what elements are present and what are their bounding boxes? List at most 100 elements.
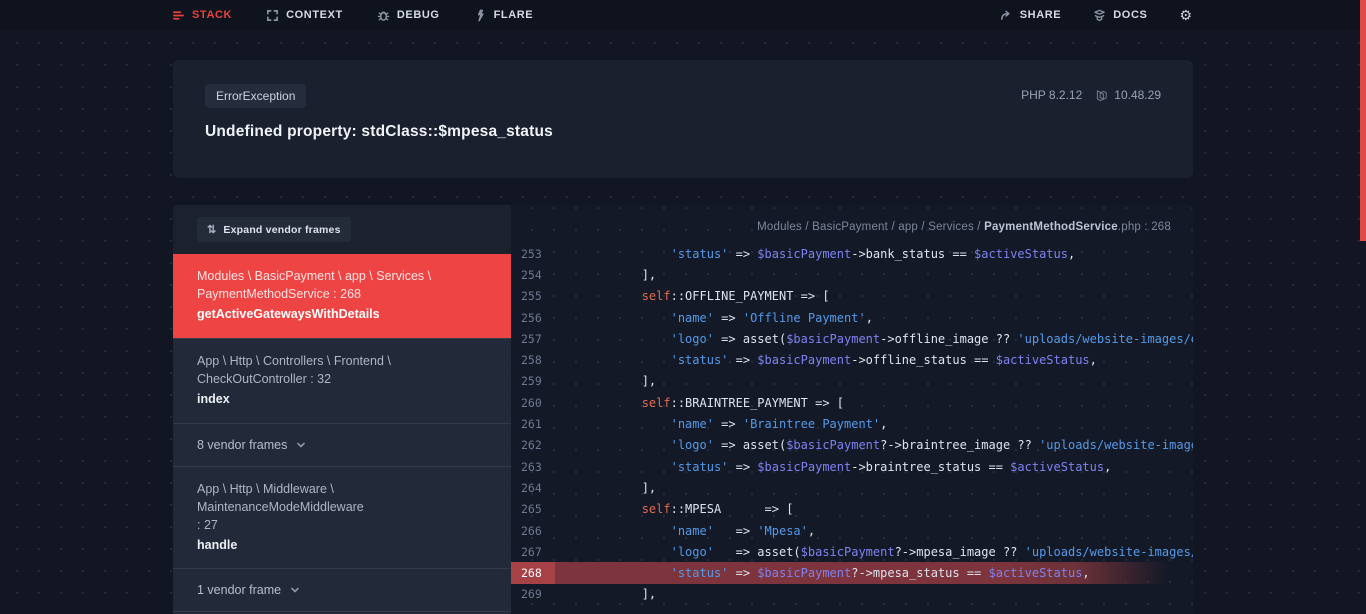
stack-icon [172,9,185,22]
code-line: 260 self::BRAINTREE_PAYMENT => [ [511,392,1193,413]
laravel-version: 10.48.29 [1096,88,1161,102]
code-text: 'status' => $basicPayment->braintree_sta… [555,456,1193,477]
stack-frame[interactable]: App \ Http \ Middleware \ MaintenanceMod… [173,466,511,569]
exception-class-badge[interactable]: ErrorException [205,84,306,108]
stack-frame[interactable]: App \ Http \ Controllers \ Frontend \ Ch… [173,338,511,423]
nav-actions: SHARE DOCS ⚙ [1000,8,1192,22]
code-line: 256 'name' => 'Offline Payment', [511,307,1193,328]
line-number: 267 [511,541,555,562]
code-text: self::MPESA => [ [555,499,1193,520]
code-text: 'logo' => asset($basicPayment?->braintre… [555,435,1193,456]
line-number: 254 [511,264,555,285]
tab-debug[interactable]: DEBUG [377,9,440,22]
code-line: 255 self::OFFLINE_PAYMENT => [ [511,286,1193,307]
code-text: 'status' => $basicPayment?->mpesa_status… [555,562,1193,583]
code-text: 'status' => $basicPayment->bank_status =… [555,243,1193,264]
docs-icon [1093,9,1106,22]
nav-tabs: STACK CONTEXT DEBUG [172,9,533,22]
docs-label: DOCS [1113,9,1147,21]
stack-frames-sidebar: ⇅ Expand vendor frames Modules \ BasicPa… [173,205,511,614]
docs-button[interactable]: DOCS [1093,9,1147,22]
gear-icon[interactable]: ⚙ [1179,8,1192,22]
context-icon [266,9,279,22]
php-version: PHP 8.2.12 [1021,88,1082,102]
code-line: 259 ], [511,371,1193,392]
environment-info: PHP 8.2.12 10.48.29 [1021,88,1161,102]
line-number: 268 [511,562,555,583]
chevron-down-icon [290,585,300,595]
share-label: SHARE [1020,9,1062,21]
line-number: 269 [511,584,555,605]
tab-flare-label: FLARE [494,9,534,21]
code-line: 253 'status' => $basicPayment->bank_stat… [511,243,1193,264]
sidebar-header: ⇅ Expand vendor frames [173,205,511,254]
expand-vendor-frames-button[interactable]: ⇅ Expand vendor frames [197,217,351,242]
line-number: 262 [511,435,555,456]
frames-list: Modules \ BasicPayment \ app \ Services … [173,254,511,614]
debug-icon [377,9,390,22]
line-number: 266 [511,520,555,541]
laravel-icon [1096,89,1109,102]
code-text: 'status' => $basicPayment->offline_statu… [555,349,1193,370]
error-message: Undefined property: stdClass::$mpesa_sta… [205,123,1161,141]
stack-trace-card: ⇅ Expand vendor frames Modules \ BasicPa… [173,205,1193,614]
vendor-frames-group[interactable]: 1 vendor frame [173,568,511,611]
code-line: 269 ], [511,584,1193,605]
line-number: 257 [511,328,555,349]
vendor-frames-label: 8 vendor frames [197,438,287,452]
expand-collapse-icon: ⇅ [207,223,216,236]
frame-method: handle [197,537,487,555]
frame-path: App \ Http \ Middleware \ MaintenanceMod… [197,480,487,534]
tab-stack-label: STACK [192,9,232,21]
code-text: 'name' => 'Offline Payment', [555,307,1193,328]
line-number: 256 [511,307,555,328]
code-text: ], [555,477,1193,498]
line-number: 263 [511,456,555,477]
code-text: ], [555,371,1193,392]
tab-context[interactable]: CONTEXT [266,9,343,22]
code-snippet: 253 'status' => $basicPayment->bank_stat… [511,243,1193,605]
flare-icon [474,9,487,22]
frame-path: Modules \ BasicPayment \ app \ Services … [197,267,487,303]
code-line: 258 'status' => $basicPayment->offline_s… [511,349,1193,370]
top-navigation: STACK CONTEXT DEBUG [0,0,1366,30]
code-line-highlighted: 268 'status' => $basicPayment?->mpesa_st… [511,562,1193,583]
line-number: 261 [511,413,555,434]
stack-frame-active[interactable]: Modules \ BasicPayment \ app \ Services … [173,254,511,338]
code-line: 264 ], [511,477,1193,498]
chevron-down-icon [296,440,306,450]
tab-stack[interactable]: STACK [172,9,232,22]
tab-debug-label: DEBUG [397,9,440,21]
code-line: 254 ], [511,264,1193,285]
line-number: 255 [511,286,555,307]
code-text: 'name' => 'Mpesa', [555,520,1193,541]
page-scrollbar-thumb[interactable] [1360,0,1366,241]
line-number: 258 [511,349,555,370]
code-text: self::BRAINTREE_PAYMENT => [ [555,392,1193,413]
share-button[interactable]: SHARE [1000,9,1062,22]
vendor-frames-label: 1 vendor frame [197,583,281,597]
code-text: 'name' => 'Braintree Payment', [555,413,1193,434]
code-text: ], [555,264,1193,285]
code-line: 267 'logo' => asset($basicPayment?->mpes… [511,541,1193,562]
frame-method: index [197,391,487,409]
code-text: ], [555,584,1193,605]
line-number: 265 [511,499,555,520]
code-panel: Modules / BasicPayment / app / Services … [511,205,1193,614]
share-icon [1000,9,1013,22]
tab-flare[interactable]: FLARE [474,9,534,22]
vendor-frames-group[interactable]: 8 vendor frames [173,423,511,466]
code-line: 263 'status' => $basicPayment->braintree… [511,456,1193,477]
line-number: 259 [511,371,555,392]
line-number: 260 [511,392,555,413]
frame-method: getActiveGatewaysWithDetails [197,306,487,324]
error-card: ErrorException PHP 8.2.12 10.48.29 Undef… [173,60,1193,178]
code-line: 266 'name' => 'Mpesa', [511,520,1193,541]
code-line: 265 self::MPESA => [ [511,499,1193,520]
code-text: self::OFFLINE_PAYMENT => [ [555,286,1193,307]
frame-path: App \ Http \ Controllers \ Frontend \ Ch… [197,352,487,388]
code-line: 257 'logo' => asset($basicPayment->offli… [511,328,1193,349]
code-text: 'logo' => asset($basicPayment?->mpesa_im… [555,541,1193,562]
line-number: 264 [511,477,555,498]
file-breadcrumb: Modules / BasicPayment / app / Services … [511,205,1193,243]
